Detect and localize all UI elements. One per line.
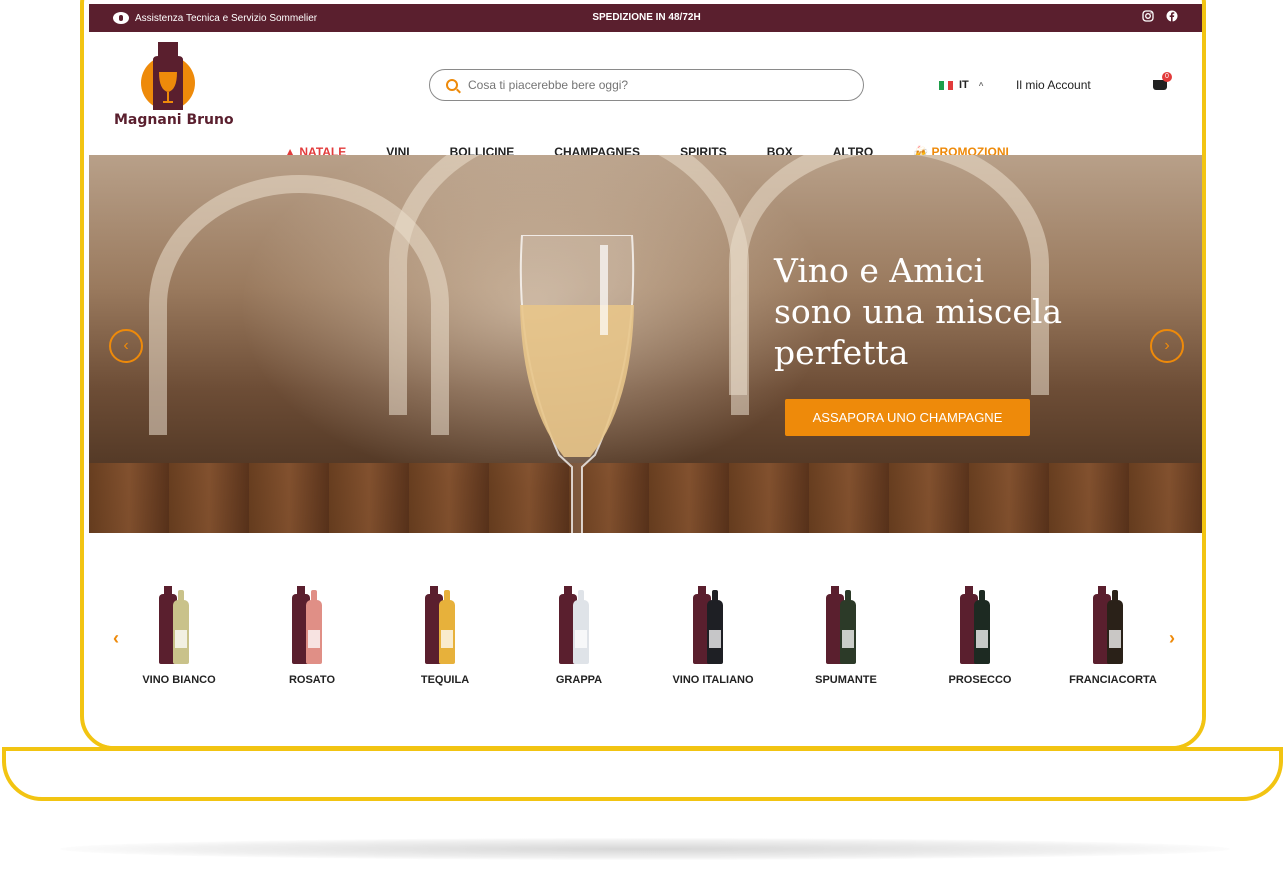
search-bar[interactable]	[429, 69, 864, 101]
laptop-shadow	[60, 838, 1230, 860]
category-label: ROSATO	[288, 674, 336, 686]
bottle-icon	[559, 586, 599, 664]
hero-cta-button[interactable]: ASSAPORA UNO CHAMPAGNE	[785, 399, 1030, 436]
category-vino-bianco[interactable]: VINO BIANCO	[112, 586, 246, 686]
account-link[interactable]: Il mio Account	[1016, 78, 1091, 92]
top-bar: Assistenza Tecnica e Servizio Sommelier …	[89, 4, 1202, 32]
chevron-right-icon: ›	[1164, 337, 1170, 354]
brand-name: Magnani Bruno	[114, 112, 234, 128]
bottle-icon	[693, 586, 733, 664]
language-selector[interactable]: IT ^	[939, 79, 983, 91]
category-next-button[interactable]: ›	[1169, 628, 1175, 649]
laptop-base	[2, 747, 1283, 801]
hero-headline-line: sono una miscela	[774, 292, 1063, 331]
category-label: TEQUILA	[420, 674, 470, 686]
language-code: IT	[959, 79, 969, 91]
category-carousel: ‹ VINO BIANCO ROSATO TEQUILA GRAPPA VINO…	[89, 533, 1202, 746]
bottle-icon	[960, 586, 1000, 664]
category-vino-italiano[interactable]: VINO ITALIANO	[646, 586, 780, 686]
social-links	[1142, 10, 1178, 22]
category-label: VINO ITALIANO	[672, 674, 754, 686]
chevron-right-icon: ›	[1169, 628, 1175, 648]
website: Assistenza Tecnica e Servizio Sommelier …	[89, 4, 1202, 746]
chevron-up-icon: ^	[978, 80, 984, 90]
hero-headline: Vino e Amici sono una miscela perfetta	[774, 250, 1074, 373]
bottle-icon	[292, 586, 332, 664]
hero-headline-line: perfetta	[774, 333, 909, 372]
facebook-icon[interactable]	[1166, 10, 1178, 22]
category-label: VINO BIANCO	[142, 674, 216, 686]
category-label: PROSECCO	[948, 674, 1012, 686]
category-franciacorta[interactable]: FRANCIACORTA	[1046, 586, 1180, 686]
search-icon	[446, 79, 458, 91]
category-prosecco[interactable]: PROSECCO	[913, 586, 1047, 686]
bottle-icon	[826, 586, 866, 664]
shipping-banner: SPEDIZIONE IN 48/72H	[592, 12, 701, 23]
category-label: SPUMANTE	[815, 674, 877, 686]
category-label: GRAPPA	[555, 674, 603, 686]
bottle-icon	[1093, 586, 1133, 664]
champagne-glass-image	[519, 235, 635, 533]
category-label: FRANCIACORTA	[1069, 674, 1157, 686]
italy-flag-icon	[939, 80, 954, 90]
bottle-icon	[425, 586, 465, 664]
chevron-left-icon: ‹	[123, 337, 129, 354]
slider-next-button[interactable]: ›	[1150, 329, 1184, 363]
category-grappa[interactable]: GRAPPA	[512, 586, 646, 686]
hero-headline-line: Vino e Amici	[774, 251, 985, 290]
site-header: Magnani Bruno IT ^ Il mio Account 0 ▲ NA…	[89, 32, 1202, 159]
bottle-icon	[159, 586, 199, 664]
hero-slider: Vino e Amici sono una miscela perfetta A…	[89, 155, 1202, 533]
slider-prev-button[interactable]: ‹	[109, 329, 143, 363]
laptop-screen-frame: Assistenza Tecnica e Servizio Sommelier …	[80, 0, 1206, 750]
instagram-icon[interactable]	[1142, 10, 1154, 22]
category-rosato[interactable]: ROSATO	[245, 586, 379, 686]
cart-button[interactable]: 0	[1151, 72, 1172, 92]
cart-count-badge: 0	[1162, 72, 1172, 82]
search-input[interactable]	[468, 78, 848, 92]
wine-barrels	[89, 463, 1202, 533]
category-tequila[interactable]: TEQUILA	[378, 586, 512, 686]
category-spumante[interactable]: SPUMANTE	[779, 586, 913, 686]
